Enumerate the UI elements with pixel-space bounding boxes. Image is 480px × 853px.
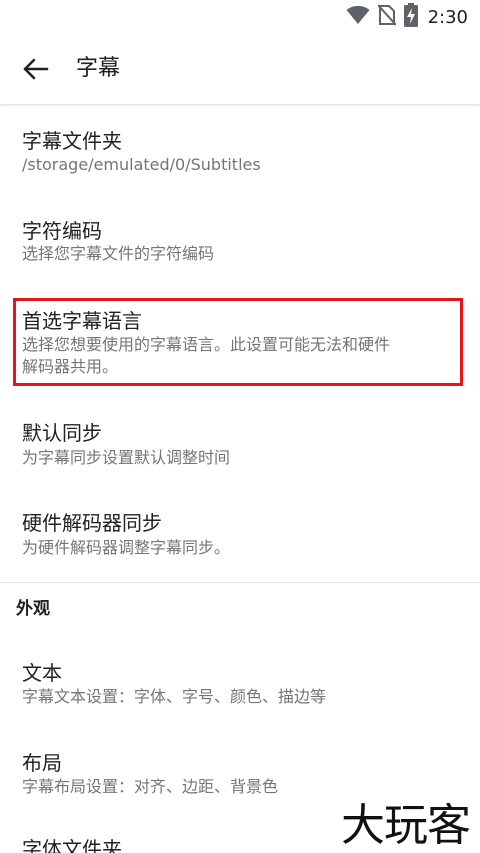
toolbar: 字幕 — [0, 34, 480, 105]
pref-text[interactable]: 文本 字幕文本设置：字体、字号、颜色、描边等 — [0, 640, 480, 730]
arrow-left-icon — [23, 58, 49, 80]
pref-summary: 字幕布局设置：对齐、边距、背景色 — [22, 777, 279, 796]
no-sim-icon — [376, 4, 397, 30]
pref-summary: 为字幕同步设置默认调整时间 — [22, 448, 231, 467]
back-button[interactable] — [14, 51, 58, 87]
divider — [0, 582, 480, 583]
status-time: 2:30 — [427, 6, 468, 28]
settings-screen: 2:30 字幕 字幕文件夹 /storage/emulated/0/Subtit… — [0, 0, 480, 853]
pref-title: 字符编码 — [22, 219, 102, 243]
section-header-appearance: 外观 — [16, 599, 50, 619]
pref-summary: 选择您字幕文件的字符编码 — [22, 244, 215, 263]
status-bar: 2:30 — [0, 0, 480, 34]
pref-subtitle-folder[interactable]: 字幕文件夹 /storage/emulated/0/Subtitles — [0, 110, 480, 194]
highlight-box — [13, 298, 463, 386]
wifi-icon — [346, 5, 370, 29]
pref-title: 字体文件夹 — [22, 837, 122, 853]
pref-default-sync[interactable]: 默认同步 为字幕同步设置默认调整时间 — [0, 400, 480, 490]
battery-charging-icon — [403, 3, 418, 31]
pref-title: 字幕文件夹 — [22, 129, 122, 153]
pref-hardware-decoder-sync[interactable]: 硬件解码器同步 为硬件解码器调整字幕同步。 — [0, 490, 480, 580]
pref-summary: 为硬件解码器调整字幕同步。 — [22, 538, 231, 557]
pref-character-encoding[interactable]: 字符编码 选择您字幕文件的字符编码 — [0, 194, 480, 284]
pref-title: 布局 — [22, 751, 62, 775]
pref-title: 文本 — [22, 661, 62, 685]
pref-title: 默认同步 — [22, 421, 102, 445]
pref-summary: 字幕文本设置：字体、字号、颜色、描边等 — [22, 687, 327, 706]
pref-title: 硬件解码器同步 — [22, 511, 162, 535]
pref-summary: /storage/emulated/0/Subtitles — [22, 155, 261, 174]
page-title: 字幕 — [76, 56, 121, 81]
status-icons: 2:30 — [338, 3, 468, 31]
watermark-logo: 大玩客 — [337, 801, 474, 851]
